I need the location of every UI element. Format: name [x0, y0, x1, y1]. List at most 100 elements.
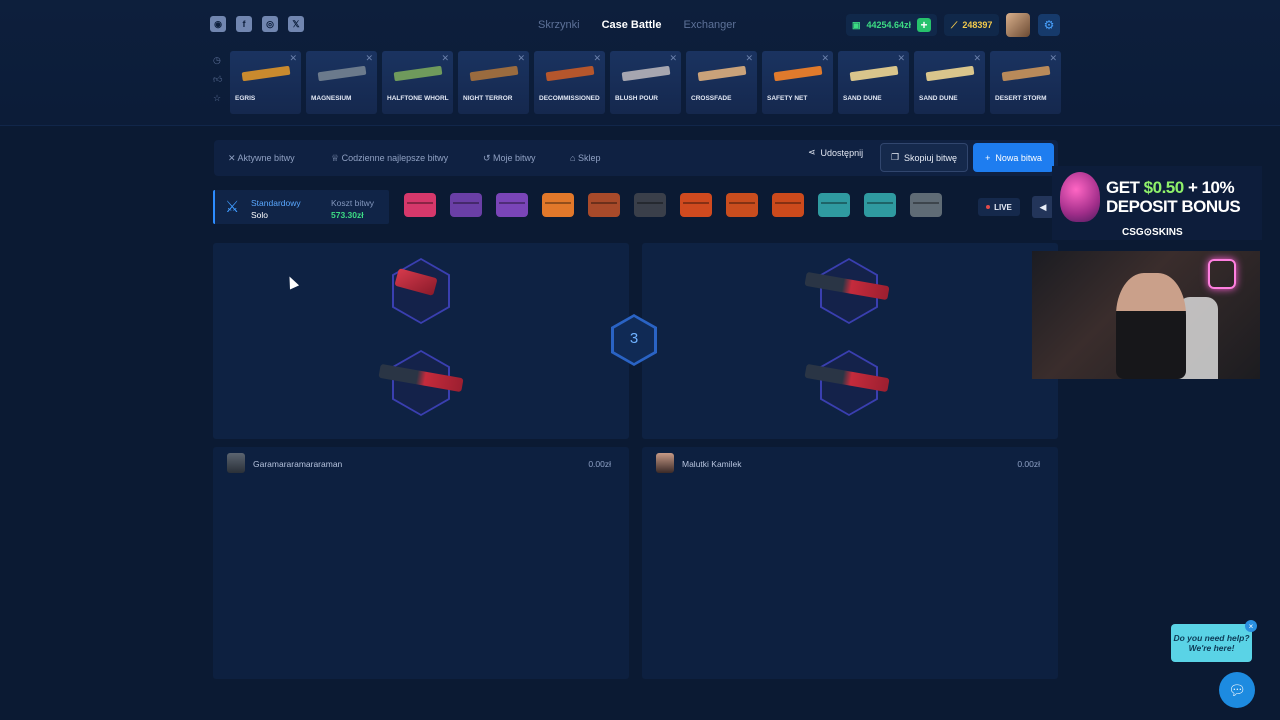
case-image[interactable] — [818, 193, 850, 217]
nav-skrzynki[interactable]: Skrzynki — [538, 19, 580, 31]
promo-line-2: DEPOSIT BONUS — [1106, 197, 1241, 216]
weapon-image — [925, 65, 975, 82]
tab-active-label: Aktywne bitwy — [237, 153, 295, 163]
case-image[interactable] — [680, 193, 712, 217]
close-icon: ✕ — [973, 53, 981, 63]
tab-my-battles[interactable]: ↺ Moje bitwy — [483, 153, 536, 164]
arena-right — [642, 243, 1058, 439]
instagram-icon[interactable]: ◎ — [262, 16, 278, 32]
case-image[interactable] — [404, 193, 436, 217]
player-card-right: Malutki Kamilek 0.00zł — [642, 447, 1058, 679]
balance-value: 44254.64zł — [866, 20, 912, 30]
facebook-icon[interactable]: f — [236, 16, 252, 32]
drop-card[interactable]: ✕ SAND DUNE — [838, 51, 909, 114]
close-icon: ✕ — [441, 53, 449, 63]
avatar[interactable] — [227, 453, 245, 473]
promo-banner[interactable]: GET $0.50 + 10% DEPOSIT BONUS CSG⊙SKINS — [1052, 166, 1262, 240]
case-image[interactable] — [496, 193, 528, 217]
tab-active-battles[interactable]: ✕ Aktywne bitwy — [228, 153, 295, 164]
x-icon[interactable]: 𝕏 — [288, 16, 304, 32]
close-icon: ✕ — [289, 53, 297, 63]
gear-icon: ⚙ — [1043, 18, 1055, 32]
nav-case-battle[interactable]: Case Battle — [602, 19, 662, 31]
chat-button[interactable]: 💬︎ — [1219, 672, 1255, 708]
mode-type: Solo — [251, 210, 269, 220]
player-amount: 0.00zł — [588, 459, 611, 469]
live-indicator: LIVE — [978, 198, 1020, 216]
crossed-swords-icon: ⚔ — [225, 199, 240, 216]
thumbs-up-icon[interactable]: 👍︎ — [213, 74, 222, 85]
case-image[interactable] — [864, 193, 896, 217]
webcam-overlay — [1032, 251, 1260, 379]
drop-name: CROSSFADE — [691, 95, 732, 102]
settings-button[interactable]: ⚙ — [1038, 14, 1060, 36]
player-name[interactable]: Malutki Kamilek — [682, 459, 742, 469]
neon-sign — [1208, 259, 1236, 289]
drop-name: HALFTONE WHORL — [387, 95, 449, 102]
drops-filter: ◷ 👍︎ ☆ — [213, 55, 222, 104]
weapon-image — [241, 65, 291, 82]
share-button[interactable]: ⋖ Udostępnij — [808, 147, 863, 158]
case-image[interactable] — [726, 193, 758, 217]
tab-mine-label: Moje bitwy — [493, 153, 536, 163]
close-icon: ✕ — [897, 53, 905, 63]
discord-icon[interactable]: ◉ — [210, 16, 226, 32]
weapon-image — [545, 65, 595, 82]
drop-card[interactable]: ✕ MAGNESIUM — [306, 51, 377, 114]
player-amount: 0.00zł — [1017, 459, 1040, 469]
drop-card[interactable]: ✕ HALFTONE WHORL — [382, 51, 453, 114]
drop-card[interactable]: ✕ EGRIS — [230, 51, 301, 114]
copy-label: Skopiuj bitwę — [904, 152, 958, 163]
case-image[interactable] — [450, 193, 482, 217]
scroll-left-button[interactable]: ◀ — [1032, 196, 1054, 218]
weapon-image — [1001, 65, 1051, 82]
clock-icon[interactable]: ◷ — [213, 55, 222, 66]
drop-name: DESERT STORM — [995, 95, 1047, 102]
drop-name: NIGHT TERROR — [463, 95, 513, 102]
wallet-icon: ▣ — [852, 19, 861, 30]
player-name[interactable]: Garamararamararaman — [253, 459, 342, 469]
mascot-image — [1060, 172, 1100, 222]
tab-daily-best[interactable]: ♕ Codzienne najlepsze bitwy — [331, 153, 448, 164]
star-icon[interactable]: ☆ — [213, 93, 222, 104]
avatar[interactable] — [656, 453, 674, 473]
drop-card[interactable]: ✕ DECOMMISSIONED — [534, 51, 605, 114]
new-battle-button[interactable]: + Nowa bitwa — [973, 143, 1054, 172]
promo-suffix: + 10% — [1183, 178, 1235, 197]
social-links: ◉ f ◎ 𝕏 — [210, 16, 304, 32]
case-image[interactable] — [772, 193, 804, 217]
tab-shop-label: Sklep — [577, 153, 601, 163]
case-image[interactable] — [634, 193, 666, 217]
drop-card[interactable]: ✕ NIGHT TERROR — [458, 51, 529, 114]
copy-battle-button[interactable]: ❐ Skopiuj bitwę — [880, 143, 968, 172]
balance-widget[interactable]: ▣ 44254.64zł + — [846, 14, 938, 36]
case-image[interactable] — [910, 193, 942, 217]
close-icon: ✕ — [1049, 53, 1057, 63]
drop-card[interactable]: ✕ CROSSFADE — [686, 51, 757, 114]
drop-card[interactable]: ✕ SAND DUNE — [914, 51, 985, 114]
drop-name: MAGNESIUM — [311, 95, 352, 102]
weapon-image — [621, 65, 671, 82]
drop-name: DECOMMISSIONED — [539, 95, 600, 102]
drop-name: SAFETY NET — [767, 95, 808, 102]
drop-name: BLUSH POUR — [615, 95, 658, 102]
drop-card[interactable]: ✕ DESERT STORM — [990, 51, 1061, 114]
tab-shop[interactable]: ⌂ Sklep — [570, 153, 600, 163]
user-avatar[interactable] — [1006, 13, 1030, 37]
help-bubble[interactable]: Do you need help? We're here! — [1171, 624, 1252, 662]
nav-exchanger[interactable]: Exchanger — [683, 19, 736, 31]
share-icon: ⋖ — [808, 147, 816, 157]
promo-value: $0.50 — [1143, 178, 1185, 197]
coins-widget[interactable]: ⟋ 248397 — [944, 14, 1000, 36]
help-line-1: Do you need help? — [1173, 633, 1250, 643]
close-help-button[interactable]: × — [1245, 620, 1257, 632]
drop-card[interactable]: ✕ BLUSH POUR — [610, 51, 681, 114]
add-funds-button[interactable]: + — [917, 18, 932, 32]
close-icon: ✕ — [517, 53, 525, 63]
drop-card[interactable]: ✕ SAFETY NET — [762, 51, 833, 114]
weapon-image — [773, 65, 823, 82]
close-icon: × — [1248, 621, 1254, 631]
case-image[interactable] — [542, 193, 574, 217]
case-image[interactable] — [588, 193, 620, 217]
plus-icon: + — [985, 152, 991, 163]
